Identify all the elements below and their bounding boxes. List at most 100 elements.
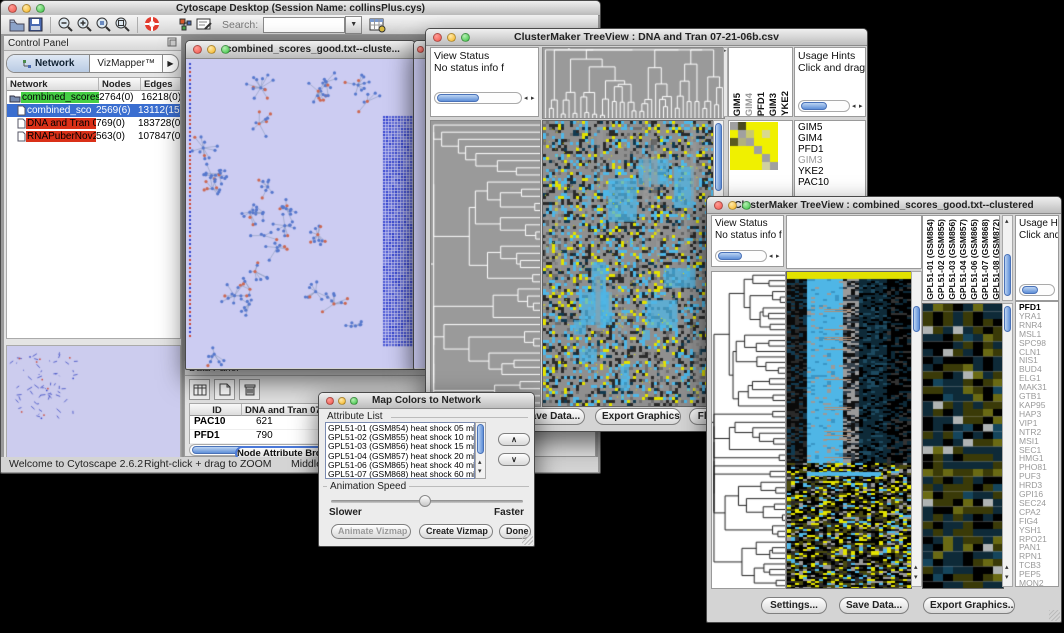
network-overview-canvas[interactable] <box>6 345 181 463</box>
save-data-button[interactable]: Save Data... <box>839 597 909 614</box>
column-label[interactable]: PAC10 <box>792 86 793 116</box>
treeview1-title-bar[interactable]: ClusterMaker TreeView : DNA and Tran 07-… <box>426 29 867 46</box>
gene-label[interactable]: MON2 <box>1019 579 1058 587</box>
tab-network[interactable]: Network <box>7 55 90 72</box>
close-button[interactable] <box>326 397 334 405</box>
gene-label[interactable]: YKE2 <box>798 166 865 177</box>
gene-label[interactable]: CPA2 <box>1019 508 1058 517</box>
column-label[interactable]: GPL51-02 (GSM855) <box>936 219 946 300</box>
zoom-button[interactable] <box>350 397 358 405</box>
zoom-in-icon[interactable] <box>75 15 94 34</box>
gene-label[interactable]: TCB3 <box>1019 561 1058 570</box>
gene-label[interactable]: SEC24 <box>1019 499 1058 508</box>
zoom-button[interactable] <box>36 4 45 13</box>
gene-label[interactable]: PFD1 <box>1019 303 1058 312</box>
gene-label[interactable]: PFD1 <box>798 144 865 155</box>
gene-label[interactable]: HRD3 <box>1019 481 1058 490</box>
treeview2-heatmap[interactable] <box>786 271 912 589</box>
attribute-table-icon[interactable] <box>189 379 210 400</box>
gene-label[interactable]: MSI1 <box>1019 437 1058 446</box>
column-label[interactable]: GPL51-08 (GSM872) <box>991 219 1000 300</box>
treeview2-zoom-heatmap[interactable] <box>922 303 1004 589</box>
attribute-list-item[interactable]: GPL51-06 (GSM865) heat shock 40 min <box>328 461 474 470</box>
scroll-up-icon[interactable]: ▴ <box>478 459 482 467</box>
view-status-hscrollbar[interactable] <box>715 250 767 262</box>
treeview1-row-dendrogram[interactable] <box>430 120 541 407</box>
gene-label[interactable]: CLN1 <box>1019 348 1058 357</box>
column-header-nodes[interactable]: Nodes <box>99 78 141 91</box>
column-label[interactable]: GIM5 <box>732 93 743 116</box>
tab-overflow[interactable]: ▶ <box>163 55 178 72</box>
treeview2-vscrollbar[interactable]: ▴ ▾ <box>911 271 922 587</box>
move-up-button[interactable]: ∧ <box>498 433 530 446</box>
gene-label[interactable]: HMG1 <box>1019 454 1058 463</box>
minimize-button[interactable] <box>338 397 346 405</box>
gene-label[interactable]: KAP95 <box>1019 401 1058 410</box>
gene-label[interactable]: PHO81 <box>1019 463 1058 472</box>
treeview2-row-dendrogram[interactable] <box>711 271 786 589</box>
gene-label[interactable]: YSH1 <box>1019 526 1058 535</box>
scroll-left-icon[interactable]: ◂ <box>852 103 856 111</box>
usage-hints-hscrollbar[interactable] <box>1019 284 1055 296</box>
dialog-title-bar[interactable]: Map Colors to Network <box>319 393 534 409</box>
gene-label[interactable]: PAC10 <box>798 177 865 188</box>
gene-label[interactable]: YRA1 <box>1019 312 1058 321</box>
attribute-list-item[interactable]: GPL51-02 (GSM855) heat shock 10 min <box>328 433 474 442</box>
scroll-left-icon[interactable]: ◂ <box>769 253 773 261</box>
column-header-edges[interactable]: Edges <box>141 78 180 91</box>
help-lifering-icon[interactable] <box>143 15 162 34</box>
attribute-list-vscrollbar[interactable]: ▴ ▾ <box>475 422 486 479</box>
new-attribute-icon[interactable] <box>214 379 235 400</box>
zoom-out-icon[interactable] <box>56 15 75 34</box>
resize-grip[interactable] <box>1049 610 1060 621</box>
network-tree-row[interactable]: DNA and Tran 07769(0)183728(0) <box>7 117 180 130</box>
treeview1-zoom-heatmap[interactable] <box>730 122 778 170</box>
gene-label[interactable]: RPN1 <box>1019 552 1058 561</box>
column-header-network[interactable]: Network <box>7 78 99 91</box>
close-button[interactable] <box>433 33 442 42</box>
column-label[interactable]: GIM4 <box>744 93 755 116</box>
float-panel-icon[interactable] <box>167 34 177 52</box>
main-title-bar[interactable]: Cytoscape Desktop (Session Name: collins… <box>1 1 600 16</box>
treeview1-heatmap[interactable] <box>542 120 715 407</box>
attribute-list-item[interactable]: GPL51-03 (GSM856) heat shock 15 min <box>328 442 474 451</box>
column-label[interactable]: GPL51-04 (GSM857) <box>958 219 968 300</box>
move-down-button[interactable]: ∨ <box>498 453 530 466</box>
gene-label[interactable]: SEC1 <box>1019 446 1058 455</box>
vizmap-icon[interactable] <box>176 15 195 34</box>
attribute-listbox[interactable]: GPL51-01 (GSM854) heat shock 05 minGPL51… <box>325 422 475 479</box>
minimize-button[interactable] <box>728 201 737 210</box>
close-button[interactable] <box>417 46 424 53</box>
treeview2-top-vscrollbar[interactable]: ▴ <box>1002 215 1013 301</box>
attribute-list-item[interactable]: GPL51-07 (GSM868) heat shock 60 min <box>328 470 474 479</box>
network-tree-row[interactable]: RNAPuberNov2+563(0)107847(0) <box>7 130 180 143</box>
resize-grip[interactable] <box>522 534 533 545</box>
column-label[interactable]: GPL51-03 (GSM856) <box>947 219 957 300</box>
scroll-up-icon[interactable]: ▴ <box>1005 564 1009 572</box>
create-vizmap-button[interactable]: Create Vizmap <box>419 524 493 539</box>
annotation-icon[interactable] <box>195 15 214 34</box>
scroll-right-icon[interactable]: ▸ <box>776 253 780 261</box>
gene-label[interactable]: RNR4 <box>1019 321 1058 330</box>
treeview1-column-dendrogram[interactable] <box>542 47 725 119</box>
gene-label[interactable]: SPC98 <box>1019 339 1058 348</box>
minimize-button[interactable] <box>207 45 216 54</box>
gene-label[interactable]: RPO21 <box>1019 535 1058 544</box>
export-graphics-button[interactable]: Export Graphics... <box>595 408 681 425</box>
gene-label[interactable]: GTB1 <box>1019 392 1058 401</box>
tab-vizmapper[interactable]: VizMapper™ <box>90 55 163 72</box>
animate-vizmap-button[interactable]: Animate Vizmap <box>331 524 411 539</box>
minimize-button[interactable] <box>22 4 31 13</box>
column-label[interactable]: GIM3 <box>768 93 779 116</box>
zoom-fit-icon[interactable] <box>113 15 132 34</box>
scroll-right-icon[interactable]: ▸ <box>531 95 535 103</box>
scroll-right-icon[interactable]: ▸ <box>859 103 863 111</box>
column-label[interactable]: GPL51-01 (GSM854) <box>925 219 935 300</box>
zoom-button[interactable] <box>461 33 470 42</box>
scroll-down-icon[interactable]: ▾ <box>914 574 918 582</box>
zoom-selected-icon[interactable] <box>94 15 113 34</box>
gene-label[interactable]: FIG4 <box>1019 517 1058 526</box>
treeview2-column-dendrogram-area[interactable] <box>786 215 922 269</box>
gene-label[interactable]: VIP1 <box>1019 419 1058 428</box>
usage-hints-hscrollbar[interactable] <box>798 100 850 112</box>
